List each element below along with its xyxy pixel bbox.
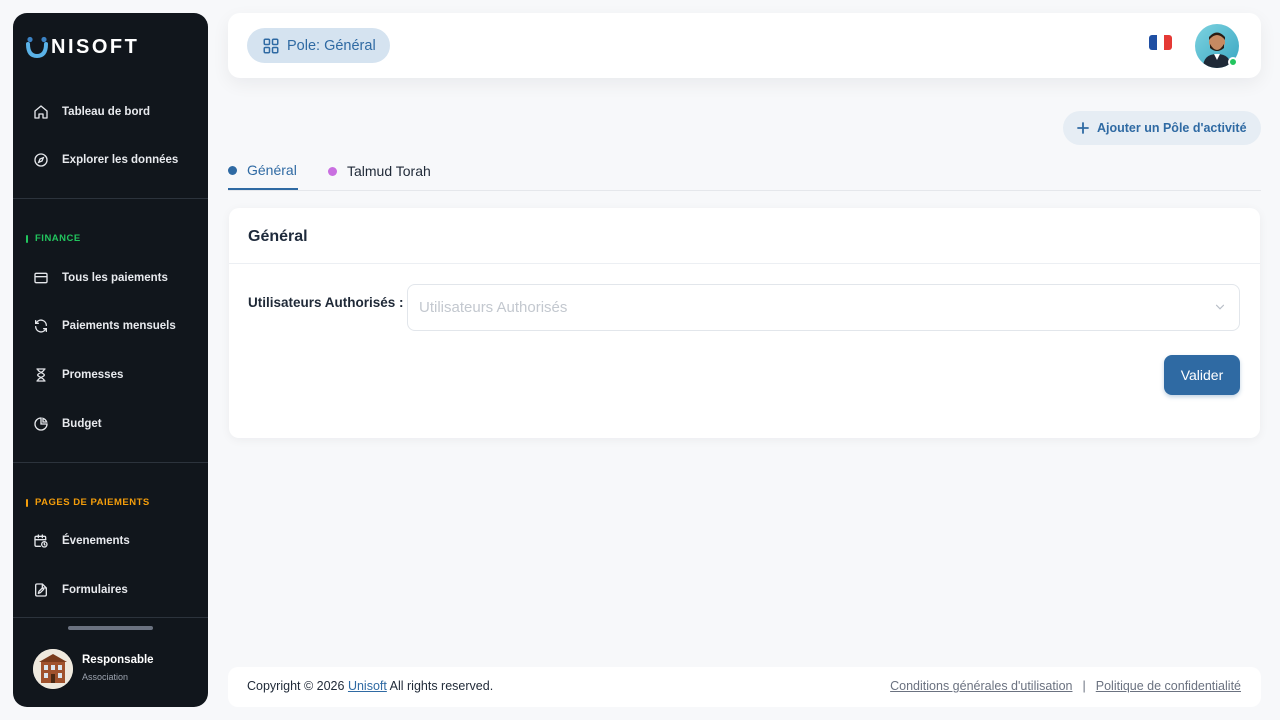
building-icon	[33, 649, 73, 689]
sidebar-item-all-payments[interactable]: Tous les paiements	[13, 258, 208, 298]
sidebar-divider	[13, 462, 208, 463]
calendar-clock-icon	[34, 534, 48, 548]
section-title-payment-pages: PAGES DE PAIEMENTS	[26, 497, 150, 508]
privacy-link[interactable]: Politique de confidentialité	[1096, 679, 1241, 693]
brand-name: NISOFT	[51, 35, 140, 58]
section-title-text: PAGES DE PAIEMENTS	[35, 497, 150, 508]
sidebar-item-label: Évenements	[62, 535, 130, 547]
sidebar-item-monthly-payments[interactable]: Paiements mensuels	[13, 306, 208, 346]
flag-stripe-red	[1164, 35, 1172, 50]
copyright-prefix: Copyright © 2026	[247, 679, 345, 693]
tab-general[interactable]: Général	[228, 152, 298, 190]
sidebar-item-label: Tableau de bord	[62, 106, 150, 118]
flag-stripe-white	[1156, 35, 1165, 50]
terms-link[interactable]: Conditions générales d'utilisation	[890, 679, 1072, 693]
unisoft-link[interactable]: Unisoft	[348, 679, 387, 693]
sidebar-item-label: Promesses	[62, 369, 124, 381]
tab-dot	[328, 166, 337, 176]
legal-links: Conditions générales d'utilisation | Pol…	[890, 679, 1241, 693]
sidebar-item-label: Formulaires	[62, 584, 128, 596]
compass-icon	[34, 153, 48, 167]
online-status-indicator	[1228, 57, 1238, 67]
sidebar-item-label: Tous les paiements	[62, 272, 168, 284]
general-settings-card: Général Utilisateurs Authorisés : Utilis…	[229, 208, 1260, 438]
pole-label: Pole: Général	[287, 37, 376, 54]
sidebar-item-events[interactable]: Évenements	[13, 521, 208, 561]
submit-button[interactable]: Valider	[1164, 355, 1240, 395]
footer: Copyright © 2026 Unisoft All rights rese…	[228, 667, 1261, 707]
brand-logo[interactable]: NISOFT	[25, 35, 139, 59]
copyright: Copyright © 2026 Unisoft All rights rese…	[247, 679, 493, 693]
section-title-text: FINANCE	[35, 233, 81, 244]
sidebar: NISOFT Tableau de bord Explorer les donn…	[13, 13, 208, 707]
grid-icon	[263, 38, 279, 53]
plus-icon	[1077, 122, 1089, 134]
card-divider	[229, 263, 1260, 264]
legal-separator: |	[1082, 679, 1086, 693]
card-title: Général	[248, 228, 308, 245]
language-flag-fr[interactable]	[1149, 35, 1172, 50]
sidebar-item-label: Paiements mensuels	[62, 320, 176, 332]
section-title-finance: FINANCE	[26, 233, 81, 244]
home-icon	[34, 105, 48, 119]
user-name: Responsable	[82, 654, 154, 666]
file-edit-icon	[35, 583, 47, 597]
sidebar-item-forms[interactable]: Formulaires	[13, 570, 208, 610]
sidebar-divider	[13, 198, 208, 199]
authorized-users-placeholder: Utilisateurs Authorisés	[419, 299, 568, 316]
sidebar-item-label: Budget	[62, 418, 102, 430]
sidebar-user[interactable]: Responsable Association	[13, 617, 208, 707]
organization-avatar	[33, 649, 73, 689]
tab-label: Talmud Torah	[347, 163, 431, 179]
tab-talmud-torah[interactable]: Talmud Torah	[328, 152, 431, 190]
add-pole-button[interactable]: Ajouter un Pôle d'activité	[1063, 111, 1261, 145]
pole-selector[interactable]: Pole: Général	[247, 28, 390, 63]
tab-label: Général	[247, 162, 297, 178]
sidebar-item-dashboard[interactable]: Tableau de bord	[13, 92, 208, 132]
user-role: Association	[82, 672, 129, 682]
flag-stripe-blue	[1149, 35, 1157, 50]
sidebar-item-label: Explorer les données	[62, 154, 179, 166]
copyright-suffix: All rights reserved.	[389, 679, 494, 693]
chevron-down-icon	[1215, 304, 1225, 310]
credit-card-icon	[34, 272, 48, 284]
sidebar-item-explore[interactable]: Explorer les données	[13, 140, 208, 180]
unisoft-logo-icon	[26, 36, 48, 59]
tabs-divider	[228, 190, 1261, 191]
sidebar-item-budget[interactable]: Budget	[13, 404, 208, 444]
top-header: Pole: Général	[228, 13, 1261, 78]
section-marker	[26, 498, 28, 507]
tab-dot	[228, 165, 237, 175]
add-pole-label: Ajouter un Pôle d'activité	[1097, 121, 1247, 135]
refresh-icon	[35, 319, 47, 333]
sidebar-scrollbar[interactable]	[68, 626, 153, 630]
sidebar-item-promises[interactable]: Promesses	[13, 355, 208, 395]
hourglass-icon	[36, 368, 46, 382]
section-marker	[26, 234, 28, 243]
authorized-users-label: Utilisateurs Authorisés :	[248, 295, 404, 310]
authorized-users-select[interactable]: Utilisateurs Authorisés	[407, 284, 1240, 331]
pie-chart-icon	[34, 417, 48, 431]
